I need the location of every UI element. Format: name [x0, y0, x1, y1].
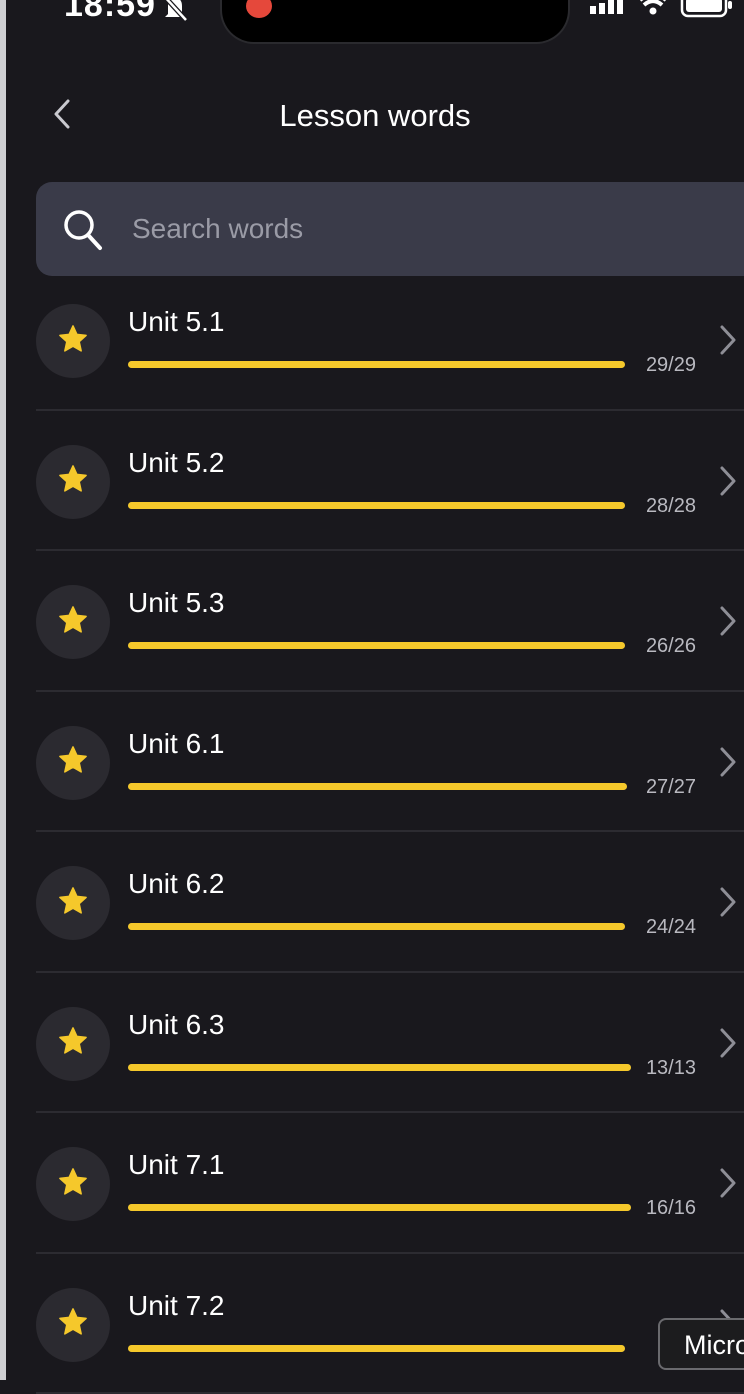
star-badge	[36, 866, 110, 940]
star-icon	[57, 1166, 89, 1203]
list-item[interactable]: Unit 7.245	[0, 1254, 744, 1394]
wifi-icon	[640, 0, 666, 15]
chevron-right-icon	[718, 605, 738, 642]
progress-fill	[128, 1345, 625, 1352]
progress-fill	[128, 783, 627, 790]
star-icon	[57, 323, 89, 360]
chevron-right-icon	[718, 1167, 738, 1204]
chevron-right-icon	[718, 886, 738, 923]
progress-fill	[128, 923, 625, 930]
progress-bar	[128, 783, 627, 790]
unit-title: Unit 7.1	[128, 1149, 225, 1181]
star-badge	[36, 726, 110, 800]
word-count: 27/27	[646, 776, 696, 799]
word-count: 13/13	[646, 1057, 696, 1080]
unit-title: Unit 6.2	[128, 868, 225, 900]
word-count: 28/28	[646, 495, 696, 518]
page-title: Lesson words	[6, 98, 744, 134]
search-bar[interactable]	[36, 182, 744, 276]
star-icon	[57, 1025, 89, 1062]
chevron-right-icon	[718, 1027, 738, 1064]
word-count: 16/16	[646, 1197, 696, 1220]
progress-bar	[128, 1064, 631, 1071]
star-icon	[57, 463, 89, 500]
battery-icon	[682, 0, 732, 16]
bell-slash-icon	[160, 0, 190, 27]
chevron-right-icon	[718, 746, 738, 783]
progress-fill	[128, 642, 625, 649]
progress-fill	[128, 1204, 631, 1211]
navigation-bar: Lesson words	[6, 80, 744, 156]
list-item[interactable]: Unit 5.3 26/26	[0, 551, 744, 692]
list-item[interactable]: Unit 6.3 13/13	[0, 973, 744, 1114]
list-item[interactable]: Unit 7.1 16/16	[0, 1113, 744, 1254]
unit-title: Unit 5.3	[128, 587, 225, 619]
progress-bar	[128, 1345, 625, 1352]
unit-title: Unit 5.1	[128, 306, 225, 338]
progress-bar	[128, 502, 625, 509]
unit-title: Unit 7.2	[128, 1290, 225, 1322]
unit-title: Unit 6.3	[128, 1009, 225, 1041]
word-count: 26/26	[646, 635, 696, 658]
star-icon	[57, 744, 89, 781]
progress-fill	[128, 1064, 631, 1071]
word-count: 29/29	[646, 354, 696, 377]
progress-bar	[128, 361, 625, 368]
star-icon	[57, 885, 89, 922]
tooltip: Micro	[658, 1318, 744, 1370]
star-badge	[36, 585, 110, 659]
camera-notch	[220, 0, 570, 44]
star-badge	[36, 1007, 110, 1081]
search-icon	[62, 208, 104, 257]
progress-fill	[128, 502, 625, 509]
chevron-right-icon	[718, 465, 738, 502]
star-badge	[36, 304, 110, 378]
status-bar: 18:59	[6, 0, 744, 44]
star-badge	[36, 445, 110, 519]
list-item[interactable]: Unit 5.1 29/29	[0, 270, 744, 411]
status-time: 18:59	[64, 0, 156, 25]
tooltip-text: Micro	[684, 1330, 744, 1361]
status-icons	[590, 0, 736, 27]
progress-bar	[128, 923, 625, 930]
progress-bar	[128, 642, 625, 649]
unit-title: Unit 5.2	[128, 447, 225, 479]
list-item[interactable]: Unit 6.2 24/24	[0, 832, 744, 973]
star-badge	[36, 1288, 110, 1362]
chevron-right-icon	[718, 324, 738, 361]
list-item[interactable]: Unit 6.1 27/27	[0, 692, 744, 833]
star-icon	[57, 1306, 89, 1343]
progress-fill	[128, 361, 625, 368]
progress-bar	[128, 1204, 631, 1211]
word-count: 24/24	[646, 916, 696, 939]
unit-title: Unit 6.1	[128, 728, 225, 760]
star-badge	[36, 1147, 110, 1221]
search-input[interactable]	[132, 182, 732, 276]
signal-icon	[590, 0, 623, 14]
unit-list: Unit 5.129/29Unit 5.228/28Unit 5.326/26U…	[0, 270, 744, 1394]
list-item[interactable]: Unit 5.2 28/28	[0, 411, 744, 552]
star-icon	[57, 604, 89, 641]
